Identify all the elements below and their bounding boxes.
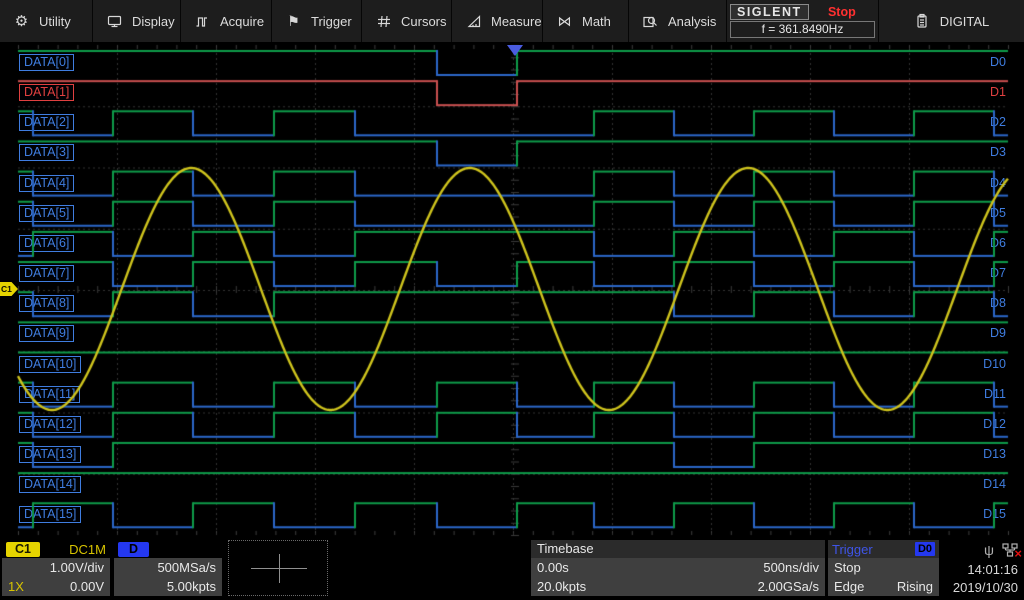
trigger-position-marker[interactable] [507, 45, 523, 56]
waveform-canvas[interactable] [0, 0, 1024, 600]
waveform-area: DATA[0]D0DATA[1]D1DATA[2]D2DATA[3]D3DATA… [0, 0, 1024, 600]
oscilloscope-screen: ⚙UtilityDisplayAcquire⚑TriggerCursorsMea… [0, 0, 1024, 600]
